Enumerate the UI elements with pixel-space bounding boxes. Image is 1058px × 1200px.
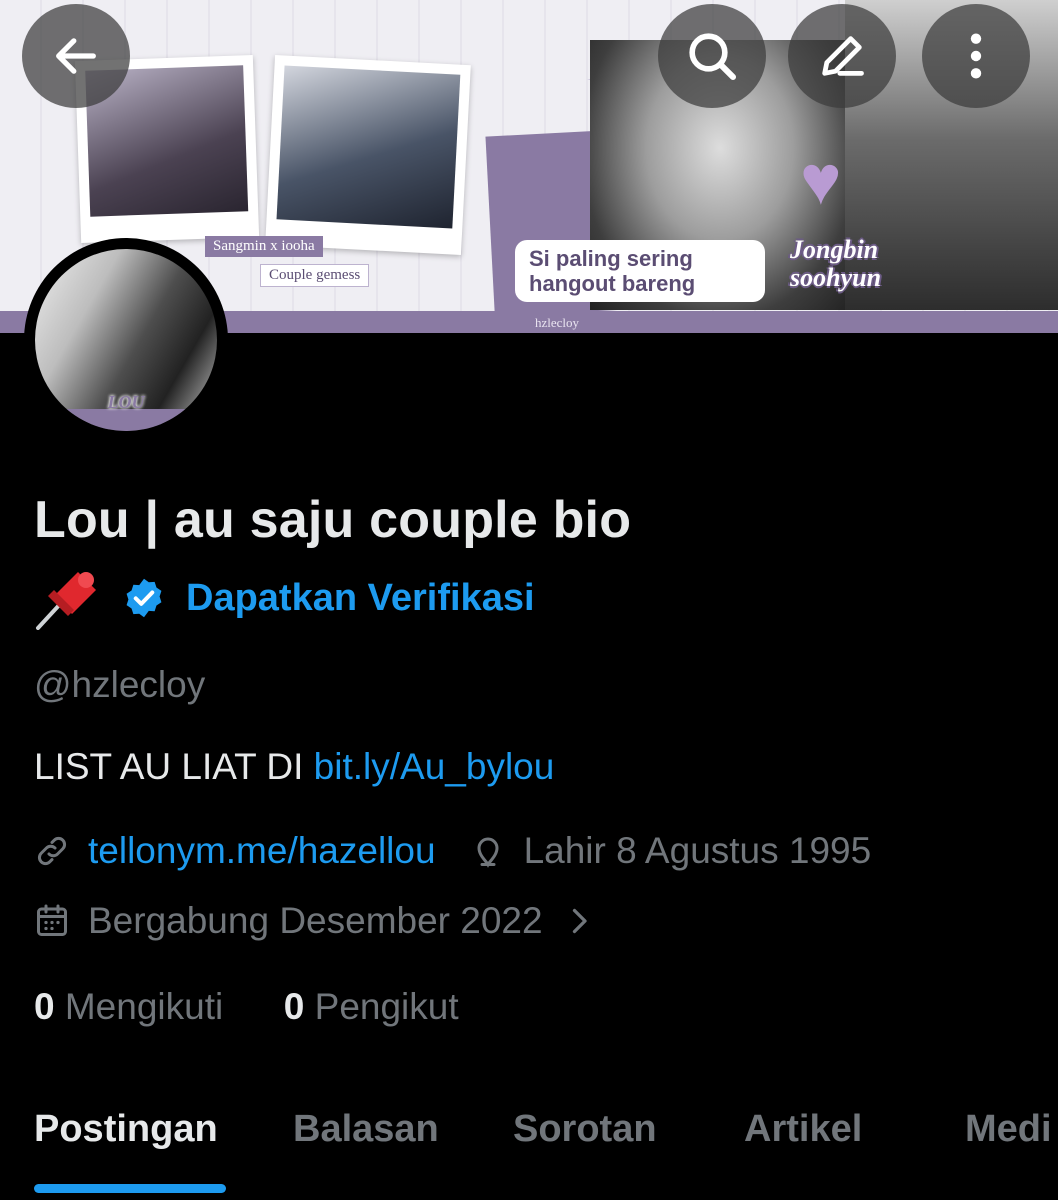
following-count: 0	[34, 986, 55, 1027]
edit-button[interactable]	[788, 4, 896, 108]
avatar-image: LOU	[35, 249, 217, 431]
chevron-right-icon	[572, 908, 587, 934]
get-verified-link[interactable]: Dapatkan Verifikasi	[186, 577, 535, 620]
banner-caption-d-line2: soohyun	[790, 263, 882, 292]
profile-meta-row: tellonym.me/hazellou Lahir 8 Agustus 199…	[34, 830, 871, 872]
birth-date: Lahir 8 Agustus 1995	[523, 830, 872, 871]
banner-tag-b: Couple gemess	[260, 264, 370, 287]
profile-tabs: Postingan Balasan Sorotan Artikel Medi	[0, 1108, 1058, 1200]
verified-badge-icon	[126, 578, 162, 618]
banner-caption-c: Si paling sering hangout bareng	[515, 240, 765, 302]
followers-label: Pengikut	[314, 986, 459, 1027]
follow-stats: 0 Mengikuti 0 Pengikut	[34, 986, 459, 1028]
followers-link[interactable]: 0 Pengikut	[284, 986, 459, 1027]
more-button[interactable]	[922, 4, 1030, 108]
banner-caption-d-line1: Jongbin	[790, 235, 879, 264]
avatar[interactable]: LOU	[24, 238, 228, 442]
following-label: Mengikuti	[64, 986, 224, 1027]
link-icon	[38, 837, 66, 865]
pushpin-icon	[36, 572, 96, 630]
profile-handle: @hzlecloy	[34, 664, 206, 705]
profile-bio: LIST AU LIAT DI bit.ly/Au_bylou	[34, 746, 554, 788]
bio-link[interactable]: bit.ly/Au_bylou	[314, 746, 555, 787]
joined-row[interactable]: Bergabung Desember 2022	[34, 900, 597, 942]
bio-text: LIST AU LIAT DI	[34, 746, 314, 787]
edit-icon	[822, 36, 864, 76]
tab-balasan[interactable]: Balasan	[293, 1108, 439, 1151]
banner-caption-d: Jongbin soohyun	[790, 236, 881, 292]
website-link[interactable]: tellonym.me/hazellou	[88, 830, 436, 872]
tab-artikel[interactable]: Artikel	[744, 1108, 862, 1151]
search-icon	[689, 33, 737, 81]
verification-row: Dapatkan Verifikasi	[34, 566, 535, 630]
tab-sorotan[interactable]: Sorotan	[513, 1108, 657, 1151]
calendar-icon	[37, 904, 67, 936]
avatar-text: LOU	[107, 392, 145, 412]
tab-postingan[interactable]: Postingan	[34, 1108, 218, 1151]
arrow-left-icon	[56, 38, 96, 74]
banner-watermark: hzlecloy	[535, 315, 580, 330]
active-tab-indicator	[34, 1184, 226, 1193]
back-button[interactable]	[22, 4, 130, 108]
tab-media[interactable]: Medi	[965, 1108, 1052, 1151]
more-vertical-icon	[970, 33, 982, 79]
search-button[interactable]	[658, 4, 766, 108]
following-link[interactable]: 0 Mengikuti	[34, 986, 223, 1027]
banner-photo-b	[265, 55, 471, 255]
joined-date: Bergabung Desember 2022	[88, 900, 543, 941]
followers-count: 0	[283, 986, 305, 1027]
location-icon	[477, 837, 499, 868]
banner-tag-a: Sangmin x iooha	[205, 236, 323, 257]
heart-icon: ♥	[800, 141, 842, 219]
profile-name: Lou | au saju couple bio	[34, 491, 632, 549]
